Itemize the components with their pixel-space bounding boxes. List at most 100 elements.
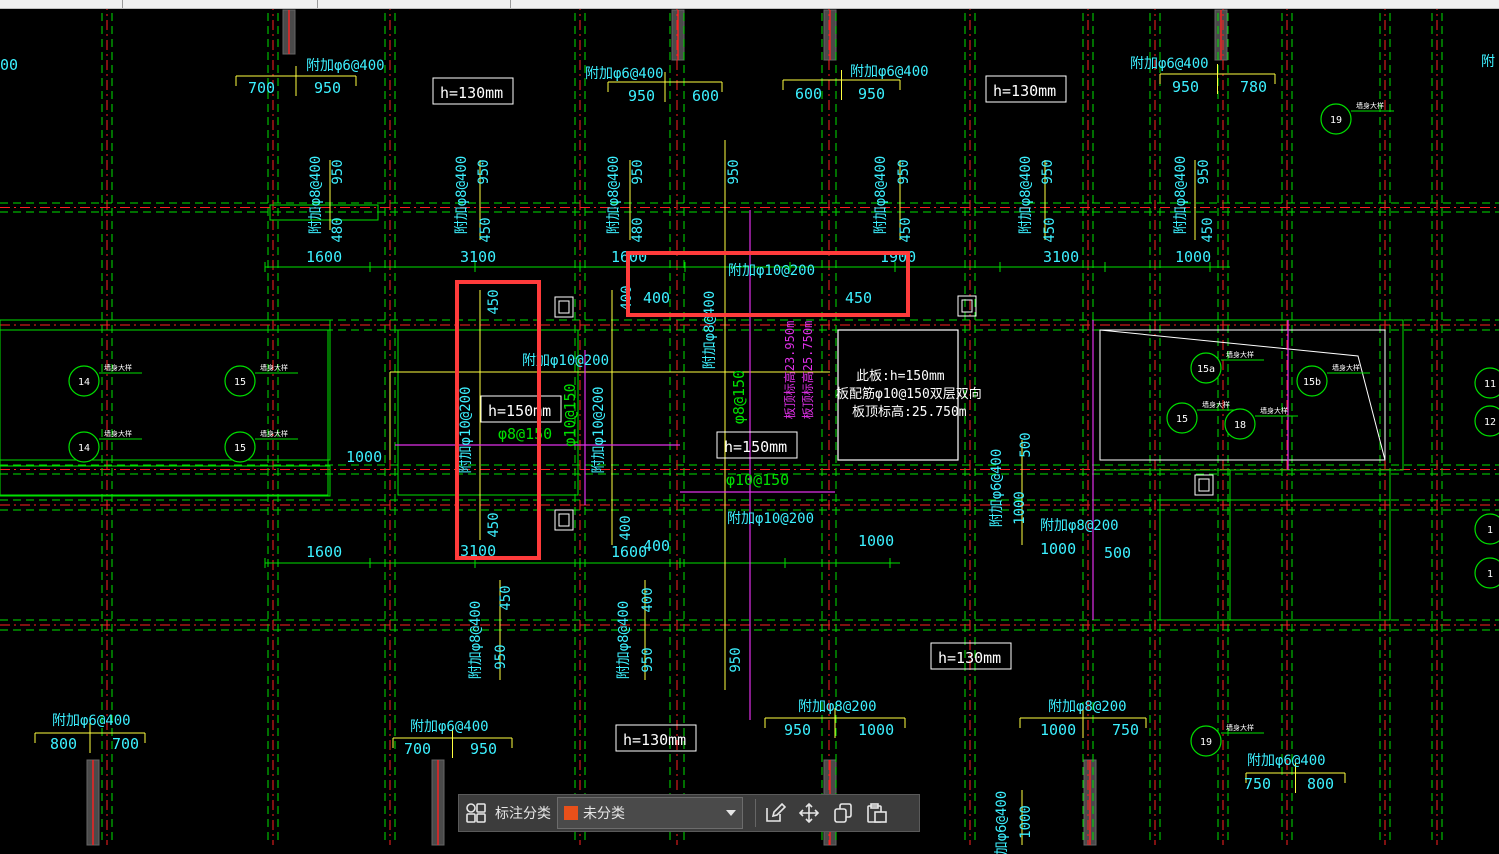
- drawing-vlabel-v12: 950: [896, 159, 912, 184]
- drawing-label-t18: 3100: [460, 248, 496, 266]
- category-label: 标注分类: [495, 806, 551, 822]
- drawing-label-t58: 附加φ6@400: [1247, 753, 1326, 769]
- detail-bubble-note: 墙身大样: [104, 363, 132, 372]
- grid-view-button[interactable]: [459, 796, 493, 830]
- category-select[interactable]: 未分类: [557, 797, 743, 829]
- drawing-label-t16: 附: [1481, 54, 1495, 70]
- tab-separator: [317, 0, 318, 8]
- drawing-label-t15: 780: [1240, 78, 1267, 96]
- drawing-vlabel-v35: 附加φ8@400: [468, 601, 484, 680]
- drawing-label-t1: 00: [0, 56, 18, 74]
- drawing-vlabel-v17: 附加φ8@400: [1173, 156, 1189, 235]
- drawing-label-t59: 750: [1244, 775, 1271, 793]
- drawing-vlabel-v34: 450: [498, 585, 514, 610]
- drawing-label-t52: 附加φ8@200: [798, 699, 877, 715]
- chevron-down-icon: [726, 810, 736, 816]
- drawing-vlabel-v1: 附加φ8@400: [308, 156, 324, 235]
- category-color-swatch: [564, 806, 578, 820]
- drawing-vlabel-v8: 950: [630, 159, 646, 184]
- drawing-label-t56: 1000: [1040, 721, 1076, 739]
- move-button[interactable]: [792, 796, 826, 830]
- drawing-label-t55: 附加φ8@200: [1048, 699, 1127, 715]
- detail-bubble-label: 15: [234, 443, 246, 454]
- section-mark-inner: [558, 300, 570, 314]
- drawing-label-t23: 附加φ10@200: [728, 263, 815, 279]
- drawing-vlabel-v37: 附加φ8@400: [616, 601, 632, 680]
- drawing-label-t4: 950: [314, 79, 341, 97]
- drawing-vlabel-v5: 950: [476, 159, 492, 184]
- cad-drawing-canvas[interactable]: 00 附加φ6@400 700 950 h=130mm 附加φ6@400 950 600 600…: [0, 9, 1499, 854]
- drawing-label-t33: 此板:h=150mm: [856, 369, 945, 384]
- toolbar-divider: [755, 799, 756, 827]
- drawing-label-t27: h=150mm: [488, 402, 551, 420]
- drawing-label-t51: h=130mm: [623, 731, 686, 749]
- drawing-label-t46: 800: [50, 735, 77, 753]
- section-mark: [1194, 474, 1214, 496]
- drawing-label-t42: 1000: [1040, 540, 1076, 558]
- drawing-label-t36: 1600: [306, 543, 342, 561]
- drawing-vlabel-v16: 450: [1042, 217, 1058, 242]
- detail-bubble-label: 15a: [1197, 364, 1215, 375]
- drawing-label-t53: 950: [784, 721, 811, 739]
- section-mark: [957, 295, 977, 317]
- drawing-vlabel-v9: 480: [630, 217, 646, 242]
- drawing-label-t24: 400: [643, 289, 670, 307]
- detail-bubble-label: 1: [1487, 569, 1493, 580]
- drawing-vlabel-v32: 1000: [1012, 491, 1028, 525]
- edit-button[interactable]: [758, 796, 792, 830]
- drawing-vlabel-v2: 950: [330, 159, 346, 184]
- section-mark: [554, 296, 574, 318]
- detail-bubble-note: 墙身大样: [1226, 723, 1254, 732]
- drawing-vlabel-v24: 附加φ10@200: [591, 386, 607, 473]
- detail-bubble-label: 14: [78, 377, 90, 388]
- drawing-label-t17: 1600: [306, 248, 342, 266]
- beam-outline: [0, 465, 331, 497]
- detail-bubble-label: 12: [1484, 417, 1496, 428]
- drawing-label-t3: 700: [248, 79, 275, 97]
- drawing-vlabel-v33: 400: [618, 515, 634, 540]
- slab-outline-slant: [1099, 329, 1386, 461]
- drawing-label-t25: 450: [845, 289, 872, 307]
- detail-bubble-label: 15: [1176, 414, 1188, 425]
- detail-bubble-label: 19: [1330, 115, 1342, 126]
- drawing-label-t20: 1900: [880, 248, 916, 266]
- section-mark: [554, 509, 574, 531]
- drawing-label-t29: 1000: [346, 448, 382, 466]
- detail-bubble-note: 墙身大样: [1356, 101, 1384, 110]
- drawing-vlabel-v13: 450: [898, 217, 914, 242]
- section-mark-inner: [558, 513, 570, 527]
- drawing-label-t57: 750: [1112, 721, 1139, 739]
- drawing-vlabel-v39: 950: [640, 647, 656, 672]
- drawing-vlabel-v40: 950: [728, 647, 744, 672]
- drawing-vlabel-v15: 950: [1040, 159, 1056, 184]
- drawing-vlabel-v38: 400: [640, 587, 656, 612]
- drawing-label-t5: h=130mm: [440, 84, 503, 102]
- drawing-label-t13: 附加φ6@400: [1130, 56, 1209, 72]
- category-select-value: 未分类: [583, 806, 625, 822]
- edit-icon: [766, 802, 786, 822]
- drawing-vlabel-v11: 附加φ8@400: [873, 156, 889, 235]
- drawing-label-t26: 附加φ10@200: [522, 353, 609, 369]
- drawing-label-t45: 附加φ6@400: [52, 713, 131, 729]
- detail-bubble-label: 1: [1487, 525, 1493, 536]
- detail-bubble-note: 墙身大样: [1226, 350, 1254, 359]
- drawing-lines: [0, 9, 1499, 846]
- drawing-label-t28: φ8@150: [498, 425, 552, 443]
- paste-button[interactable]: [860, 796, 894, 830]
- drawing-label-t35: 板顶标高:25.750m: [852, 404, 967, 420]
- beam-outline: [1229, 469, 1391, 621]
- drawing-label-t43: 500: [1104, 544, 1131, 562]
- drawing-label-t21: 3100: [1043, 248, 1079, 266]
- drawing-vlabel-v28: 板顶标高23.950m: [782, 321, 797, 420]
- copy-button[interactable]: [826, 796, 860, 830]
- drawing-vlabel-v41: 附加φ6@400: [994, 791, 1010, 854]
- top-tab-strip: [0, 0, 1499, 9]
- tab-separator: [510, 0, 511, 8]
- drawing-label-t49: 700: [404, 740, 431, 758]
- drawing-vlabel-v3: 480: [330, 217, 346, 242]
- drawing-label-t30: h=150mm: [724, 438, 787, 456]
- drawing-vlabel-v23: φ10@150: [561, 383, 579, 446]
- drawing-vlabel-v4: 附加φ8@400: [454, 156, 470, 235]
- detail-bubble-label: 14: [78, 443, 90, 454]
- drawing-vlabel-v18: 950: [1196, 159, 1212, 184]
